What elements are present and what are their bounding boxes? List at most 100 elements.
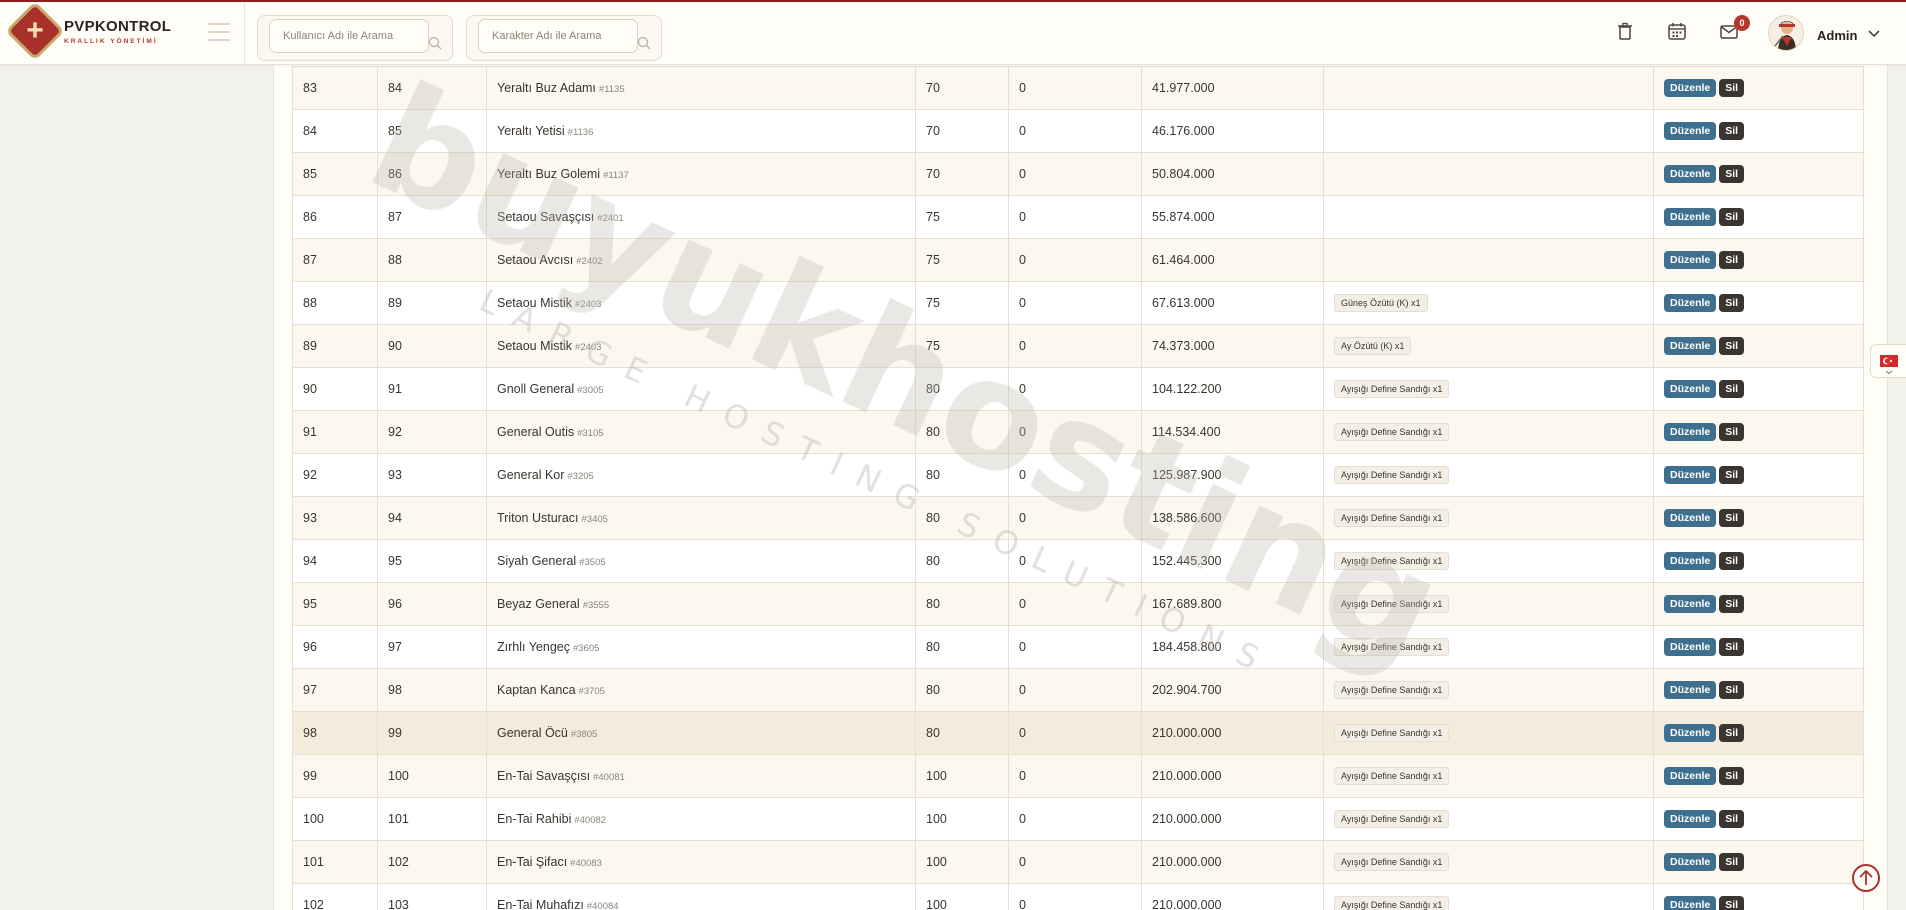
cell-zero: 0 <box>1008 797 1142 841</box>
monster-name: Kaptan Kanca <box>497 683 576 697</box>
table-row: 94 95 Siyah General #3505 80 0 152.445.300 Ayış… <box>292 539 1864 583</box>
edit-button[interactable]: Düzenle <box>1664 165 1717 183</box>
edit-button[interactable]: Düzenle <box>1664 552 1717 570</box>
language-flag-tab[interactable] <box>1870 344 1906 378</box>
edit-button[interactable]: Düzenle <box>1664 466 1717 484</box>
edit-button[interactable]: Düzenle <box>1664 853 1717 871</box>
table-row: 99 100 En-Tai Savaşçısı #40081 100 0 210.000.0… <box>292 754 1864 798</box>
cell-zero: 0 <box>1008 324 1142 368</box>
cell-actions: Düzenle Sil <box>1653 625 1864 669</box>
chevron-down-icon[interactable] <box>1868 30 1880 38</box>
brand[interactable]: + PVPKONTROL KRALLIK YÖNETİMİ <box>0 2 245 65</box>
monster-name: Setaou Mistik <box>497 339 573 353</box>
search-icon[interactable] <box>428 36 442 50</box>
menu-toggle-icon[interactable] <box>208 23 230 41</box>
cell-name: Setaou Avcısı #2402 <box>486 238 916 282</box>
cell-actions: Düzenle Sil <box>1653 797 1864 841</box>
edit-button[interactable]: Düzenle <box>1664 208 1717 226</box>
edit-button[interactable]: Düzenle <box>1664 638 1717 656</box>
cell-index: 89 <box>292 324 378 368</box>
admin-name[interactable]: Admin <box>1817 28 1857 43</box>
scroll-to-top-button[interactable] <box>1852 864 1880 892</box>
table-row: 83 84 Yeraltı Buz Adamı #1135 70 0 41.977.000 D… <box>292 66 1864 110</box>
cell-actions: Düzenle Sil <box>1653 496 1864 540</box>
cell-value: 210.000.000 <box>1141 711 1324 755</box>
cell-name: En-Tai Muhafızı #40084 <box>486 883 916 910</box>
delete-button[interactable]: Sil <box>1719 208 1745 226</box>
cell-drop: Ay Özütü (K) x1 <box>1323 324 1654 368</box>
avatar[interactable] <box>1768 15 1804 51</box>
edit-button[interactable]: Düzenle <box>1664 251 1717 269</box>
delete-button[interactable]: Sil <box>1719 423 1745 441</box>
edit-button[interactable]: Düzenle <box>1664 810 1717 828</box>
delete-button[interactable]: Sil <box>1719 122 1745 140</box>
edit-button[interactable]: Düzenle <box>1664 380 1717 398</box>
edit-button[interactable]: Düzenle <box>1664 337 1717 355</box>
search-icon[interactable] <box>637 36 651 50</box>
cell-drop: Ayışığı Define Sandığı x1 <box>1323 754 1654 798</box>
edit-button[interactable]: Düzenle <box>1664 423 1717 441</box>
monster-name: Gnoll General <box>497 382 575 396</box>
trash-icon[interactable] <box>1614 20 1636 42</box>
delete-button[interactable]: Sil <box>1719 165 1745 183</box>
monster-code: #40083 <box>570 858 602 869</box>
cell-actions: Düzenle Sil <box>1653 238 1864 282</box>
cell-value: 152.445.300 <box>1141 539 1324 583</box>
table-body: 83 84 Yeraltı Buz Adamı #1135 70 0 41.977.000 D… <box>292 66 1864 910</box>
delete-button[interactable]: Sil <box>1719 380 1745 398</box>
cell-actions: Düzenle Sil <box>1653 66 1864 110</box>
delete-button[interactable]: Sil <box>1719 896 1745 910</box>
cell-name: General Kor #3205 <box>486 453 916 497</box>
edit-button[interactable]: Düzenle <box>1664 724 1717 742</box>
cell-index: 98 <box>292 711 378 755</box>
main-content: 83 84 Yeraltı Buz Adamı #1135 70 0 41.977.000 D… <box>273 0 1888 910</box>
cell-name: En-Tai Rahibi #40082 <box>486 797 916 841</box>
cell-id: 95 <box>377 539 487 583</box>
delete-button[interactable]: Sil <box>1719 681 1745 699</box>
cell-index: 97 <box>292 668 378 712</box>
cell-id: 99 <box>377 711 487 755</box>
edit-button[interactable]: Düzenle <box>1664 681 1717 699</box>
delete-button[interactable]: Sil <box>1719 767 1745 785</box>
table-row: 89 90 Setaou Mistik #2403 75 0 74.373.000 Ay Öz… <box>292 324 1864 368</box>
character-search-input[interactable] <box>478 19 638 53</box>
edit-button[interactable]: Düzenle <box>1664 896 1717 910</box>
table-row: 84 85 Yeraltı Yetisi #1136 70 0 46.176.000 Düze… <box>292 109 1864 153</box>
cell-zero: 0 <box>1008 152 1142 196</box>
delete-button[interactable]: Sil <box>1719 724 1745 742</box>
edit-button[interactable]: Düzenle <box>1664 122 1717 140</box>
cell-name: En-Tai Savaşçısı #40081 <box>486 754 916 798</box>
edit-button[interactable]: Düzenle <box>1664 595 1717 613</box>
delete-button[interactable]: Sil <box>1719 810 1745 828</box>
edit-button[interactable]: Düzenle <box>1664 294 1717 312</box>
user-search-input[interactable] <box>269 19 429 53</box>
delete-button[interactable]: Sil <box>1719 638 1745 656</box>
cell-name: Yeraltı Yetisi #1136 <box>486 109 916 153</box>
cell-index: 95 <box>292 582 378 626</box>
drop-item: Ayışığı Define Sandığı x1 <box>1334 423 1450 441</box>
monster-code: #3205 <box>567 471 594 482</box>
delete-button[interactable]: Sil <box>1719 466 1745 484</box>
cell-index: 99 <box>292 754 378 798</box>
delete-button[interactable]: Sil <box>1719 552 1745 570</box>
cell-level: 80 <box>915 367 1009 411</box>
edit-button[interactable]: Düzenle <box>1664 767 1717 785</box>
delete-button[interactable]: Sil <box>1719 509 1745 527</box>
edit-button[interactable]: Düzenle <box>1664 509 1717 527</box>
drop-item: Ayışığı Define Sandığı x1 <box>1334 724 1450 742</box>
delete-button[interactable]: Sil <box>1719 79 1745 97</box>
delete-button[interactable]: Sil <box>1719 853 1745 871</box>
delete-button[interactable]: Sil <box>1719 337 1745 355</box>
delete-button[interactable]: Sil <box>1719 294 1745 312</box>
cell-value: 125.987.900 <box>1141 453 1324 497</box>
monster-code: #2403 <box>575 299 602 310</box>
drop-item: Ayışığı Define Sandığı x1 <box>1334 595 1450 613</box>
cell-index: 94 <box>292 539 378 583</box>
edit-button[interactable]: Düzenle <box>1664 79 1717 97</box>
delete-button[interactable]: Sil <box>1719 595 1745 613</box>
calendar-icon[interactable] <box>1666 20 1688 42</box>
cell-index: 96 <box>292 625 378 669</box>
monster-code: #3505 <box>579 557 606 568</box>
cell-value: 61.464.000 <box>1141 238 1324 282</box>
delete-button[interactable]: Sil <box>1719 251 1745 269</box>
